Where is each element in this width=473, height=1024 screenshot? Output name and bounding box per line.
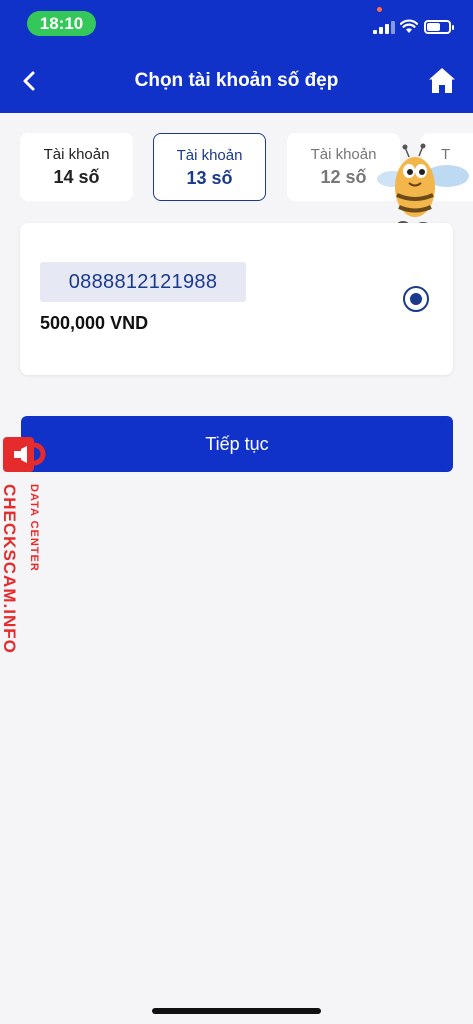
tab-13-digits[interactable]: Tài khoản 13 số (153, 133, 266, 201)
page-title: Chọn tài khoản số đẹp (134, 70, 339, 91)
cellular-signal-icon (373, 20, 395, 34)
continue-button[interactable]: Tiếp tục (21, 416, 453, 472)
recording-indicator (377, 7, 382, 12)
tab-label: Tài khoản (43, 146, 110, 163)
bee-mascot-icon[interactable] (375, 143, 473, 235)
status-time: 18:10 (27, 11, 96, 36)
back-arrow-icon[interactable] (16, 67, 44, 95)
account-price: 500,000 VND (40, 313, 149, 333)
watermark-subtext: DATA CENTER (28, 484, 40, 572)
tab-14-digits[interactable]: Tài khoản 14 số (20, 133, 133, 201)
battery-icon (424, 20, 454, 34)
watermark-text: CHECKSCAM.INFO (0, 484, 19, 654)
status-bar: 18:10 (0, 0, 473, 48)
account-number: 0888812121988 (40, 262, 246, 302)
tab-label: Tài khoản (176, 147, 243, 164)
wifi-icon (400, 19, 418, 33)
home-icon[interactable] (428, 66, 456, 94)
tab-value: 13 số (186, 168, 233, 188)
tab-value: 14 số (53, 167, 100, 187)
home-indicator[interactable] (152, 1008, 321, 1014)
padlock-watermark-icon (3, 437, 46, 472)
radio-selected-icon[interactable] (403, 286, 429, 312)
account-option-card[interactable]: 0888812121988 500,000 VND (20, 223, 453, 375)
app-header: 18:10 Chọn tài khoản số đẹp (0, 0, 473, 113)
